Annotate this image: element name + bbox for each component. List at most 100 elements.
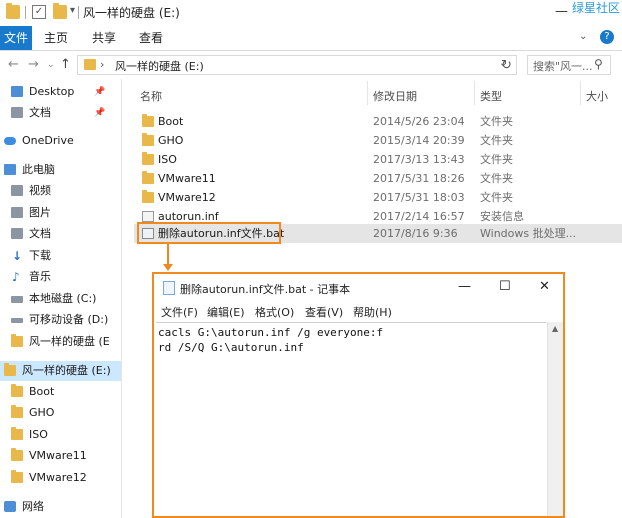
file-date: 2017/3/13 13:43 — [373, 153, 465, 166]
help-icon[interactable]: ? — [600, 30, 614, 44]
menu-item-file[interactable]: 文件(F) — [161, 304, 198, 320]
sidebar-item-pictures[interactable]: 图片 — [0, 203, 121, 223]
back-button[interactable]: ← — [8, 57, 19, 72]
tab-file[interactable]: 文件 — [0, 26, 32, 50]
video-icon — [11, 185, 23, 196]
sidebar-item-this-pc[interactable]: 此电脑 — [0, 160, 121, 180]
sidebar-item-label: 图片 — [29, 206, 51, 219]
column-header-name[interactable]: 名称 — [140, 88, 162, 104]
search-placeholder: 搜索"风一... — [533, 60, 593, 73]
desktop-icon — [11, 86, 23, 97]
column-divider[interactable] — [580, 81, 581, 105]
ribbon-collapse-button[interactable]: ⌄ — [579, 31, 587, 42]
file-date: 2015/3/14 20:39 — [373, 134, 465, 147]
quick-access-dropdown[interactable]: ▾ — [70, 5, 75, 16]
up-button[interactable]: ↑ — [60, 57, 71, 72]
minimize-button[interactable]: — — [555, 4, 568, 19]
menu-item-view[interactable]: 查看(V) — [305, 304, 343, 320]
pin-icon[interactable]: 📌 — [94, 82, 105, 102]
maximize-button[interactable]: ☐ — [499, 279, 511, 294]
watermark: 绿星社区 — [572, 1, 621, 15]
folder-icon — [11, 470, 23, 483]
sidebar-item-label: Boot — [29, 385, 55, 398]
refresh-icon[interactable]: ↻ — [501, 58, 512, 73]
table-row[interactable]: ISO 2017/3/13 13:43 文件夹 — [134, 150, 622, 169]
breadcrumb[interactable]: 风一样的硬盘 (E:) — [115, 58, 204, 74]
sidebar-item-drive-d[interactable]: 可移动设备 (D:) — [0, 310, 121, 330]
menu-item-format[interactable]: 格式(O) — [255, 304, 294, 320]
sidebar-item-music[interactable]: ♪ 音乐 — [0, 267, 121, 287]
table-row[interactable]: VMware12 2017/5/31 18:03 文件夹 — [134, 188, 622, 207]
folder-icon — [6, 3, 20, 19]
sidebar-item-network[interactable]: 网络 — [0, 497, 121, 517]
sidebar-item-documents[interactable]: 文档 — [0, 224, 121, 244]
properties-check-icon[interactable]: ✓ — [32, 5, 46, 19]
removable-drive-icon — [11, 318, 23, 323]
table-row[interactable]: GHO 2015/3/14 20:39 文件夹 — [134, 131, 622, 150]
network-icon — [4, 501, 16, 512]
column-header-date[interactable]: 修改日期 — [373, 88, 417, 104]
sidebar-item-iso[interactable]: ISO — [0, 425, 121, 445]
sidebar-item-vmware12[interactable]: VMware12 — [0, 468, 121, 488]
sidebar-item-onedrive[interactable]: OneDrive — [0, 131, 121, 151]
explorer-titlebar: ✓ ▾ 风一样的硬盘 (E:) — 绿星社区 — [0, 0, 622, 26]
new-folder-icon[interactable] — [53, 3, 67, 19]
sidebar-item-documents[interactable]: 文档 📌 — [0, 103, 121, 123]
sidebar-item-label: GHO — [29, 406, 55, 419]
sidebar-item-drive-e[interactable]: 风一样的硬盘 (E — [0, 332, 121, 352]
breadcrumb-separator: › — [100, 58, 105, 71]
sidebar-item-label: 风一样的硬盘 (E — [29, 335, 110, 348]
folder-icon — [11, 427, 23, 440]
column-header-type[interactable]: 类型 — [480, 88, 502, 104]
column-headers: 名称 修改日期 类型 大小 — [122, 79, 622, 107]
file-date: 2017/8/16 9:36 — [373, 227, 458, 240]
column-header-size[interactable]: 大小 — [586, 88, 608, 104]
address-input[interactable]: › 风一样的硬盘 (E:) ⌄ — [77, 55, 517, 75]
window-title: 风一样的硬盘 (E:) — [83, 6, 180, 20]
recent-locations-icon[interactable]: ⌄ — [47, 60, 55, 70]
quick-access-divider — [25, 6, 26, 19]
file-type: 文件夹 — [480, 172, 513, 185]
forward-button[interactable]: → — [28, 57, 39, 72]
title-divider — [78, 6, 79, 19]
onedrive-icon — [4, 137, 16, 145]
sidebar-item-downloads[interactable]: ↓ 下载 — [0, 246, 121, 266]
sidebar-item-boot[interactable]: Boot — [0, 382, 121, 402]
menu-item-edit[interactable]: 编辑(E) — [207, 304, 245, 320]
sidebar-item-vmware11[interactable]: VMware11 — [0, 446, 121, 466]
tab-home[interactable]: 主页 — [44, 29, 68, 47]
sidebar-item-drive-e-selected[interactable]: 风一样的硬盘 (E:) — [0, 361, 121, 381]
sidebar-item-label: 本地磁盘 (C:) — [29, 292, 97, 305]
column-divider[interactable] — [367, 81, 368, 105]
menu-item-help[interactable]: 帮助(H) — [353, 304, 392, 320]
sidebar-item-gho[interactable]: GHO — [0, 403, 121, 423]
sidebar-item-label: 此电脑 — [22, 163, 55, 176]
sidebar-item-label: ISO — [29, 428, 48, 441]
music-icon: ♪ — [12, 270, 20, 284]
sidebar-item-label: Desktop — [29, 85, 75, 98]
sidebar-item-videos[interactable]: 视频 — [0, 181, 121, 201]
pictures-icon — [11, 207, 23, 218]
table-row[interactable]: Boot 2014/5/26 23:04 文件夹 — [134, 112, 622, 131]
notepad-titlebar[interactable]: 删除autorun.inf文件.bat - 记事本 — ☐ ✕ — [154, 274, 563, 302]
file-date: 2017/5/31 18:03 — [373, 191, 465, 204]
vertical-scrollbar[interactable]: ▲ — [547, 322, 563, 516]
pane-splitter[interactable] — [121, 79, 122, 518]
close-button[interactable]: ✕ — [539, 279, 550, 294]
sidebar-item-desktop[interactable]: Desktop 📌 — [0, 82, 121, 102]
folder-icon — [142, 152, 154, 165]
tab-share[interactable]: 共享 — [92, 29, 116, 47]
scroll-up-icon[interactable]: ▲ — [552, 324, 558, 333]
sidebar-item-drive-c[interactable]: 本地磁盘 (C:) — [0, 289, 121, 309]
notepad-icon — [163, 281, 175, 295]
tab-view[interactable]: 查看 — [139, 29, 163, 47]
search-icon[interactable]: ⚲ — [594, 57, 603, 71]
column-divider[interactable] — [474, 81, 475, 105]
search-input[interactable]: 搜索"风一... ⚲ — [527, 55, 611, 75]
folder-icon — [142, 114, 154, 127]
minimize-button[interactable]: — — [458, 279, 471, 294]
pin-icon[interactable]: 📌 — [94, 103, 105, 123]
table-row[interactable]: VMware11 2017/5/31 18:26 文件夹 — [134, 169, 622, 188]
notepad-text-area[interactable]: cacls G:\autorun.inf /g everyone:f rd /S… — [156, 322, 546, 516]
highlight-arrow-icon — [163, 264, 173, 271]
